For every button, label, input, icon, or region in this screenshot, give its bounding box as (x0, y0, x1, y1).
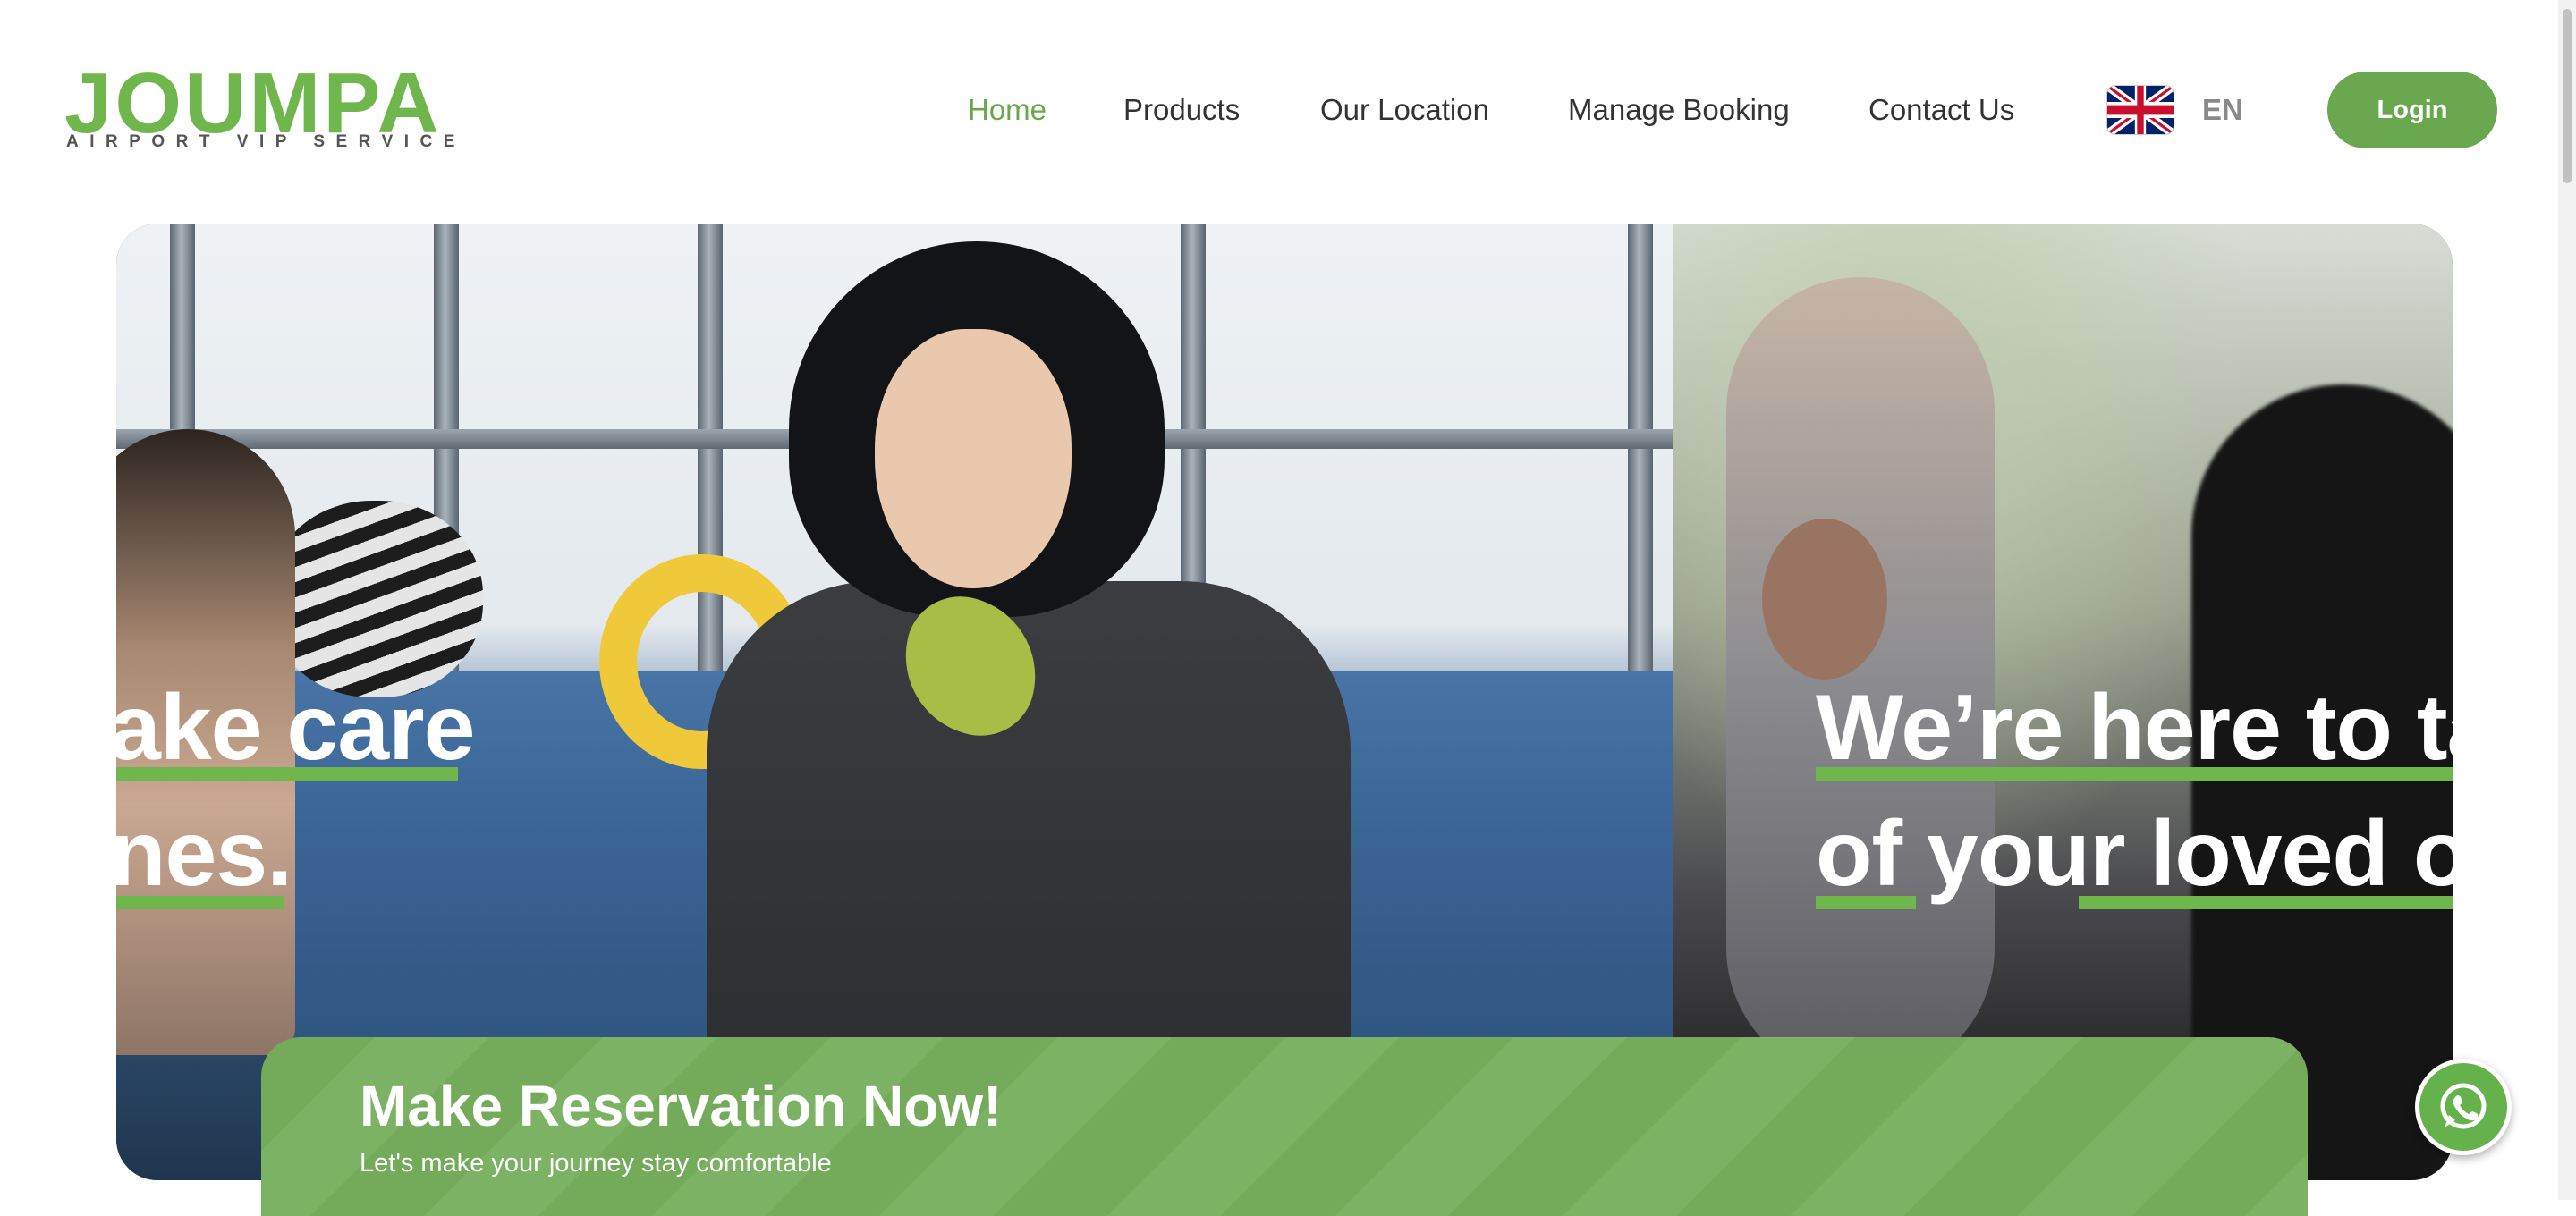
background-passenger (268, 501, 483, 697)
hero-headline-line1: ake care (116, 676, 475, 780)
reservation-banner[interactable]: Make Reservation Now! Let's make your jo… (261, 1037, 2308, 1216)
nav-item-our-location[interactable]: Our Location (1320, 88, 1489, 132)
nav-item-manage-booking[interactable]: Manage Booking (1568, 88, 1790, 132)
headline-underline (2079, 896, 2453, 909)
page-scrollbar[interactable] (2558, 0, 2576, 1200)
hero-headline-line2: of your loved or (1816, 802, 2453, 906)
uk-flag-icon[interactable] (2107, 86, 2174, 134)
nav-item-contact-us[interactable]: Contact Us (1868, 88, 2014, 132)
reservation-title: Make Reservation Now! (360, 1074, 1003, 1138)
headline-underline (116, 896, 284, 909)
nav-item-home[interactable]: Home (968, 88, 1046, 132)
whatsapp-button[interactable] (2415, 1059, 2512, 1155)
hero-headline-line2: nes. (116, 802, 292, 906)
background-person (1762, 519, 1887, 680)
hero-headline-line1: We’re here to ta (1816, 676, 2453, 780)
headline-underline (1816, 767, 2453, 781)
brand-logo[interactable]: JOUMPA AIRPORT VIP SERVICE (64, 61, 454, 154)
window-frame (1628, 224, 1653, 688)
staff-face (875, 329, 1072, 588)
headline-underline (1816, 896, 1916, 909)
nav-item-products[interactable]: Products (1123, 88, 1240, 132)
login-button[interactable]: Login (2327, 72, 2497, 148)
headline-underline (116, 767, 458, 781)
language-code[interactable]: EN (2202, 88, 2243, 132)
whatsapp-icon (2440, 1083, 2487, 1129)
logo-tagline: AIRPORT VIP SERVICE (66, 132, 466, 151)
scrollbar-thumb[interactable] (2563, 9, 2572, 183)
reservation-subtitle: Let's make your journey stay comfortable (360, 1149, 832, 1178)
